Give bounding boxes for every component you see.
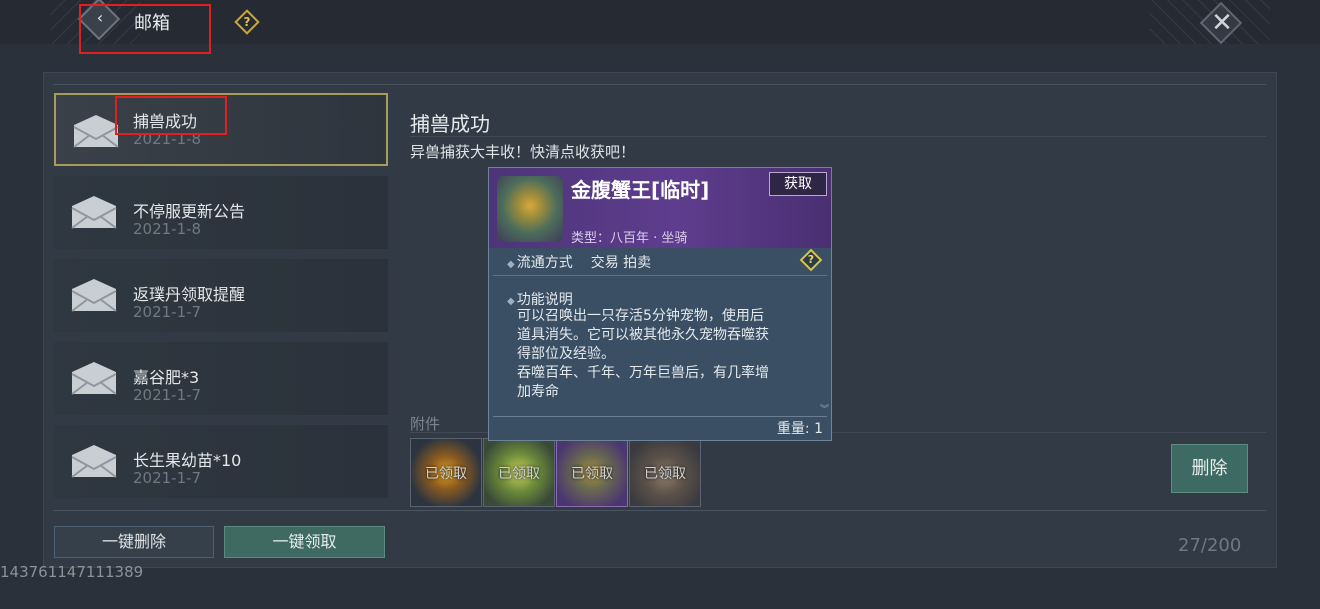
mail-detail-title: 捕兽成功 <box>410 112 490 136</box>
page-title: 邮箱 <box>134 13 170 34</box>
envelope-icon <box>71 445 117 478</box>
item-name: 金腹蟹王[临时] <box>571 178 710 202</box>
envelope-icon <box>71 362 117 395</box>
bullet-icon: ◆ <box>507 259 515 270</box>
divider <box>53 84 1266 85</box>
mail-date: 2021-1-7 <box>133 303 202 321</box>
scroll-down-icon[interactable]: ︾ <box>820 402 829 415</box>
delete-all-button[interactable]: 一键删除 <box>54 526 214 558</box>
description-line: 加寿命 <box>517 384 559 400</box>
mail-title: 长生果幼苗*10 <box>133 451 242 470</box>
question-icon[interactable]: ? <box>803 250 819 270</box>
mail-title: 返璞丹领取提醒 <box>133 285 246 304</box>
divider <box>410 136 1266 137</box>
mail-count: 27/200 <box>1178 535 1242 556</box>
claim-all-button[interactable]: 一键领取 <box>224 526 385 558</box>
circulation-row: ◆ 流通方式 交易 拍卖 <box>507 252 651 272</box>
description-line: 可以召唤出一只存活5分钟宠物，使用后 <box>517 308 764 324</box>
circulation-values: 交易 拍卖 <box>590 255 652 271</box>
function-heading: ◆ 功能说明 <box>507 289 573 309</box>
attachment-slot[interactable]: 已领取 <box>483 438 555 507</box>
mail-title: 不停服更新公告 <box>133 202 246 221</box>
item-tooltip: 金腹蟹王[临时] 获取 类型：八百年 · 坐骑 ◆ 流通方式 交易 拍卖 ? ◆ 功能… <box>488 167 832 441</box>
top-bar <box>0 0 1320 44</box>
chevron-left-icon[interactable]: ‹ <box>92 8 108 28</box>
circulation-label: 流通方式 <box>516 255 573 271</box>
mail-title: 嘉谷肥*3 <box>133 368 200 387</box>
crab-mount-icon <box>497 176 563 242</box>
question-icon[interactable]: ? <box>240 12 254 32</box>
description-line: 吞噬百年、千年、万年巨兽后，有几率增 <box>517 365 769 381</box>
mail-list-item[interactable]: 长生果幼苗*10 2021-1-7 <box>54 425 388 498</box>
mail-list-item-selected[interactable]: 捕兽成功 2021-1-8 <box>54 93 388 166</box>
mail-detail-body: 异兽捕获大丰收！快清点收获吧！ <box>410 143 636 161</box>
claimed-label: 已领取 <box>498 466 540 482</box>
attachment-slot[interactable]: 已领取 <box>629 438 701 507</box>
item-type: 类型：八百年 · 坐骑 <box>571 231 688 246</box>
divider <box>493 275 827 276</box>
envelope-icon <box>71 196 117 229</box>
function-description: 可以召唤出一只存活5分钟宠物，使用后 道具消失。它可以被其他永久宠物吞噬获 得部… <box>517 307 817 402</box>
bullet-icon: ◆ <box>507 296 515 307</box>
item-weight: 重量: 1 <box>776 421 823 437</box>
envelope-icon <box>73 115 119 148</box>
get-button[interactable]: 获取 <box>769 172 827 196</box>
claimed-label: 已领取 <box>644 466 686 482</box>
claimed-label: 已领取 <box>425 466 467 482</box>
attachment-slot[interactable]: 已领取 <box>410 438 482 507</box>
mail-date: 2021-1-7 <box>133 469 202 487</box>
mail-date: 2021-1-8 <box>133 220 202 238</box>
claimed-label: 已领取 <box>571 466 613 482</box>
close-icon[interactable]: ✕ <box>1208 6 1236 40</box>
mail-date: 2021-1-7 <box>133 386 202 404</box>
description-line: 道具消失。它可以被其他永久宠物吞噬获 <box>517 327 769 343</box>
divider <box>53 510 1266 511</box>
description-line: 得部位及经验。 <box>517 346 615 362</box>
mail-title: 捕兽成功 <box>133 112 198 131</box>
user-id: 143761147111389 <box>0 563 144 581</box>
mail-date: 2021-1-8 <box>133 130 202 148</box>
delete-button[interactable]: 删除 <box>1171 444 1248 493</box>
envelope-icon <box>71 279 117 312</box>
function-label: 功能说明 <box>516 292 573 308</box>
mail-list-item[interactable]: 嘉谷肥*3 2021-1-7 <box>54 342 388 415</box>
mail-list-item[interactable]: 返璞丹领取提醒 2021-1-7 <box>54 259 388 332</box>
mail-list-item[interactable]: 不停服更新公告 2021-1-8 <box>54 176 388 249</box>
attachment-slot[interactable]: 已领取 <box>556 438 628 507</box>
divider <box>493 416 827 417</box>
attachments-label: 附件 <box>410 415 441 433</box>
